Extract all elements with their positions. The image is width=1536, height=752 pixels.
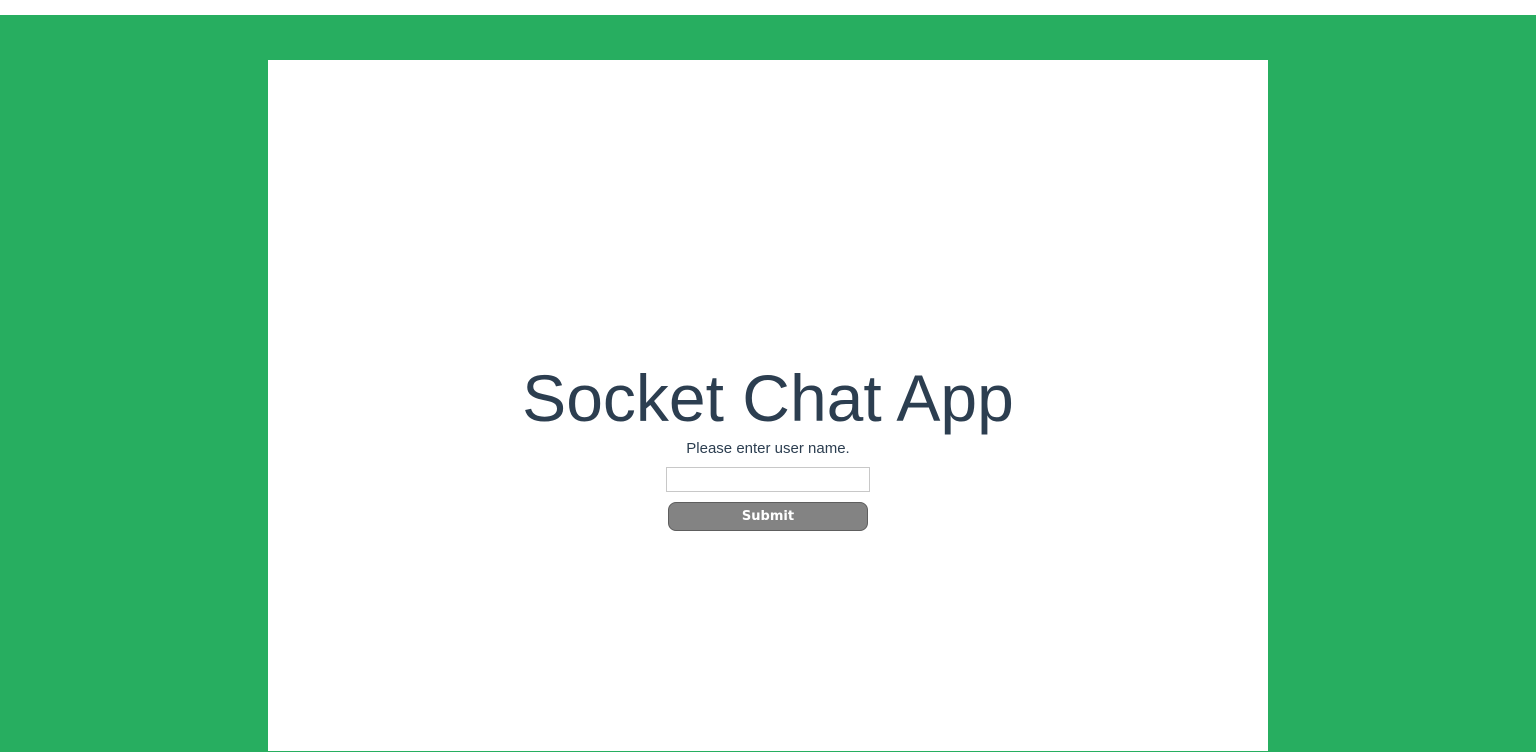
page-background: Socket Chat App Please enter user name. … xyxy=(0,15,1536,752)
app-title: Socket Chat App xyxy=(522,361,1014,435)
username-prompt: Please enter user name. xyxy=(686,440,850,457)
username-input[interactable] xyxy=(666,467,870,492)
submit-button[interactable]: Submit xyxy=(668,502,868,531)
login-form: Socket Chat App Please enter user name. … xyxy=(268,360,1268,531)
login-card: Socket Chat App Please enter user name. … xyxy=(268,60,1268,751)
